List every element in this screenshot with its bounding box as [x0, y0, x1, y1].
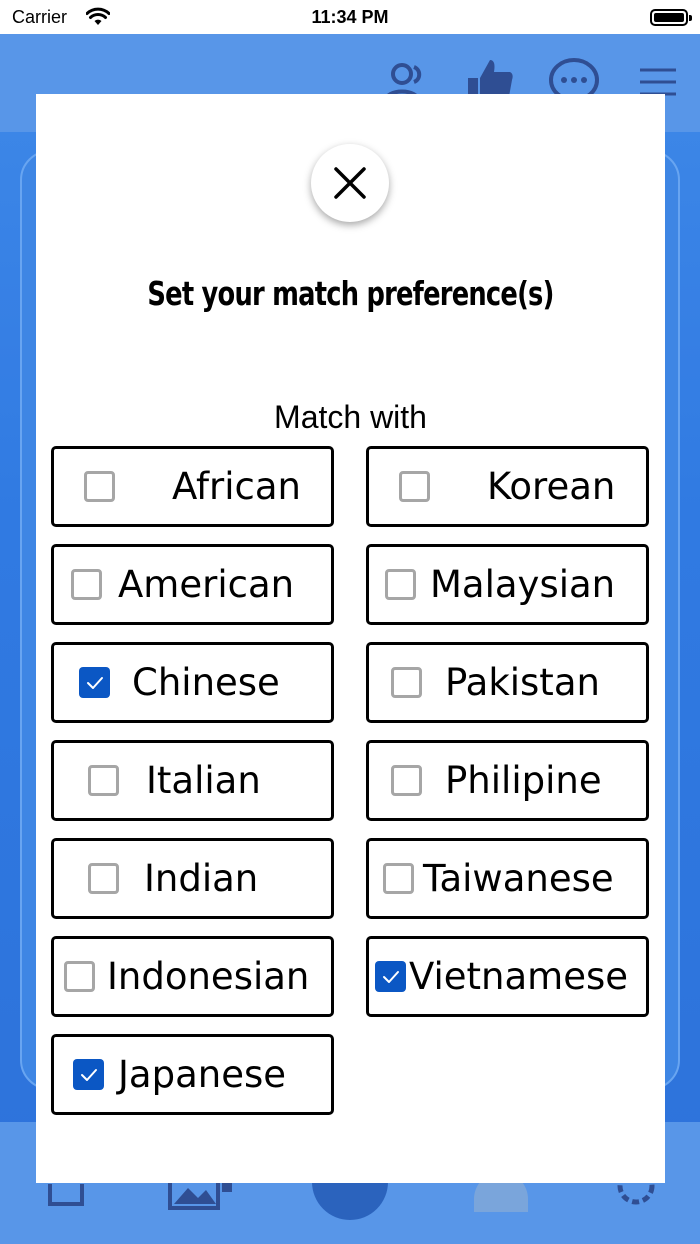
status-bar: Carrier 11:34 PM: [0, 0, 700, 34]
option-label: Taiwanese: [423, 857, 614, 900]
option-malaysian[interactable]: Malaysian: [366, 544, 649, 625]
option-african[interactable]: African: [51, 446, 334, 527]
modal-title: Set your match preference(s): [147, 274, 554, 313]
option-label: Pakistan: [445, 661, 600, 704]
option-taiwanese[interactable]: Taiwanese: [366, 838, 649, 919]
checkbox-unchecked[interactable]: [383, 863, 414, 894]
option-korean[interactable]: Korean: [366, 446, 649, 527]
option-label: Korean: [487, 465, 616, 508]
checkmark-icon: [382, 970, 399, 983]
checkbox-unchecked[interactable]: [385, 569, 416, 600]
close-icon: [334, 167, 366, 199]
option-label: African: [172, 465, 301, 508]
checkmark-icon: [86, 676, 103, 689]
checkbox-unchecked[interactable]: [88, 765, 119, 796]
option-chinese[interactable]: Chinese: [51, 642, 334, 723]
option-label: American: [118, 563, 295, 606]
option-label: Indian: [144, 857, 259, 900]
option-indian[interactable]: Indian: [51, 838, 334, 919]
checkbox-checked[interactable]: [79, 667, 110, 698]
option-label: Chinese: [132, 661, 280, 704]
checkbox-unchecked[interactable]: [88, 863, 119, 894]
option-label: Malaysian: [430, 563, 616, 606]
checkbox-unchecked[interactable]: [391, 667, 422, 698]
checkbox-checked[interactable]: [375, 961, 406, 992]
option-pakistan[interactable]: Pakistan: [366, 642, 649, 723]
option-label: Philipine: [445, 759, 602, 802]
option-indonesian[interactable]: Indonesian: [51, 936, 334, 1017]
option-american[interactable]: American: [51, 544, 334, 625]
checkbox-unchecked[interactable]: [64, 961, 95, 992]
option-label: Indonesian: [107, 955, 310, 998]
checkmark-icon: [80, 1068, 97, 1081]
close-button[interactable]: [311, 144, 389, 222]
checkbox-unchecked[interactable]: [391, 765, 422, 796]
option-label: Vietnamese: [409, 955, 629, 998]
match-with-label: Match with: [274, 399, 427, 435]
checkbox-unchecked[interactable]: [399, 471, 430, 502]
option-italian[interactable]: Italian: [51, 740, 334, 821]
checkbox-unchecked[interactable]: [71, 569, 102, 600]
battery-icon: [650, 9, 692, 26]
preferences-modal: Set your match preference(s) Match with …: [36, 94, 665, 1183]
clock: 11:34 PM: [311, 7, 389, 27]
checkbox-checked[interactable]: [73, 1059, 104, 1090]
option-label: Italian: [146, 759, 261, 802]
option-philipine[interactable]: Philipine: [366, 740, 649, 821]
option-vietnamese[interactable]: Vietnamese: [366, 936, 649, 1017]
option-japanese[interactable]: Japanese: [51, 1034, 334, 1115]
option-label: Japanese: [118, 1053, 286, 1096]
checkbox-unchecked[interactable]: [84, 471, 115, 502]
